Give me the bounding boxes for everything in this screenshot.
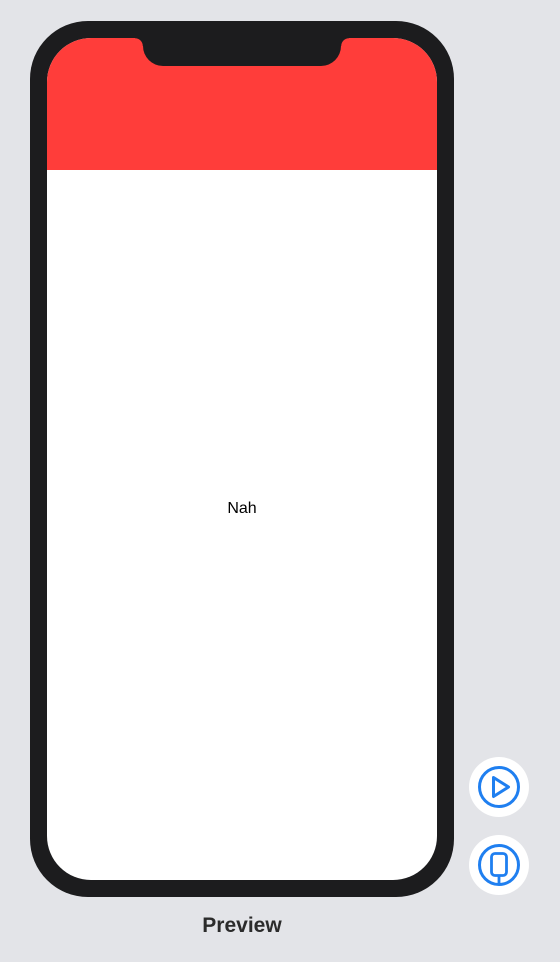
- device-notch: [135, 38, 349, 66]
- live-preview-button[interactable]: [469, 757, 529, 817]
- device-settings-icon: [478, 844, 520, 886]
- device-frame: Nah: [30, 21, 454, 897]
- play-circle-icon: [478, 766, 520, 808]
- preview-caption: Preview: [202, 914, 282, 937]
- device-screen: Nah: [47, 38, 437, 880]
- content-text: Nah: [227, 500, 257, 517]
- device-settings-button[interactable]: [469, 835, 529, 895]
